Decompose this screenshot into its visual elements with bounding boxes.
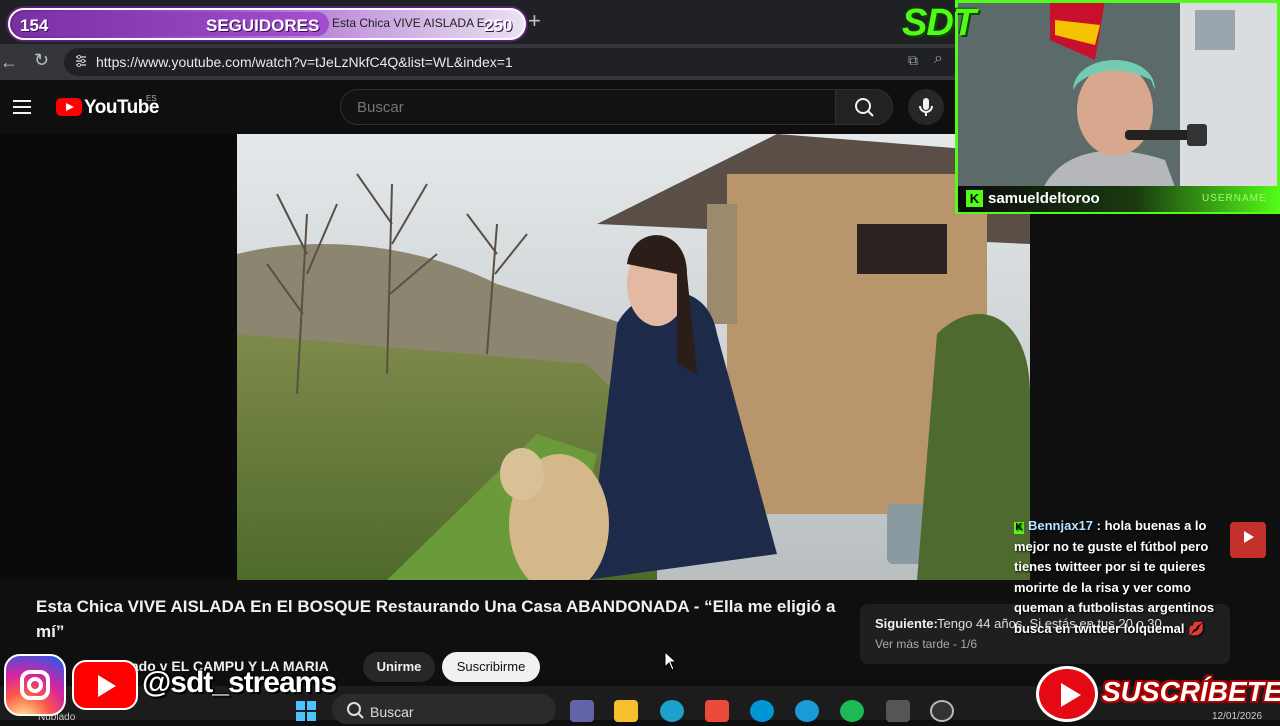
follower-count: 154 [20,16,49,35]
subscribe-button[interactable]: Suscribirme [442,652,540,682]
help-icon[interactable] [795,700,819,722]
search-icon [347,702,364,719]
address-bar[interactable]: https://www.youtube.com/watch?v=tJeLzNkf… [64,48,964,76]
chat-message: K Bennjax17 : hola buenas a lo mejor no t… [1014,516,1228,639]
app-icon[interactable] [886,700,910,722]
kick-logo-icon: K [966,190,983,207]
follower-label: SEGUIDORES [206,16,320,35]
follower-goal-bar: 154 SEGUIDORES Esta Chica VIVE AISLADA E… [8,8,526,40]
search-icon [855,98,874,117]
webcam-frame [955,0,1280,214]
kick-username-bar: K samueldeltoroo USERNAME [958,186,1280,212]
join-button[interactable]: Unirme [363,652,435,682]
teams-icon[interactable] [570,700,594,722]
video-title: Esta Chica VIVE AISLADA En El BOSQUE Res… [36,597,836,641]
hp-icon[interactable] [750,700,774,722]
chat-username: Bennjax17 [1028,518,1094,533]
reload-icon[interactable]: ↻ [34,50,49,71]
instagram-lens [27,677,43,693]
sdt-logo: SDT [902,2,976,44]
url-text: https://www.youtube.com/watch?v=tJeLzNkf… [96,54,513,70]
youtube-social-icon [72,660,138,710]
follower-tab-title: Esta Chica VIVE AISLADA En [332,16,492,30]
edge-icon[interactable] [660,700,684,722]
voice-search-button[interactable] [908,89,944,125]
youtube-subscribe-icon [1230,522,1266,558]
youtube-header: YouTube ES [0,80,960,134]
extensions-icon[interactable]: ⧉ [908,52,918,69]
spotify-icon[interactable] [840,700,864,722]
windows-start-icon[interactable] [296,701,316,721]
search-box [340,89,836,125]
search-button[interactable] [835,89,893,125]
back-arrow-icon[interactable]: ← [0,52,18,73]
chat-text: : hola buenas a lo mejor no te guste el … [1014,518,1215,636]
video-scene-image [237,134,1030,580]
file-explorer-icon[interactable] [614,700,638,722]
store-icon[interactable] [705,700,729,722]
subscribe-overlay-text: SUSCRÍBETE [1102,676,1280,707]
kick-badge-icon: K [1014,522,1024,534]
site-info-icon[interactable] [74,54,88,68]
instagram-icon [4,654,66,716]
playlist-info: Ver más tarde - 1/6 [875,637,978,651]
hamburger-menu-icon[interactable] [13,100,31,114]
chat-message-body: K Bennjax17 : hola buenas a lo mejor no t… [1014,516,1228,639]
mouse-cursor-icon [664,651,678,671]
new-tab-icon[interactable]: + [528,8,541,34]
kick-username-label: USERNAME [1202,193,1267,204]
follower-goal-target: 250 [484,16,513,35]
social-handle: @sdt_streams [142,666,337,699]
subscribe-overlay: SUSCRÍBETE [1036,666,1280,722]
country-code: ES [146,94,157,103]
search-input[interactable] [357,99,797,116]
zoom-icon[interactable]: ⌕ [934,50,943,68]
kick-username: samueldeltoroo [988,190,1100,207]
taskbar-search-label: Buscar [370,704,414,720]
next-label: Siguiente: [875,616,938,631]
microphone-icon [919,98,933,116]
obs-icon[interactable] [930,700,954,722]
video-player[interactable] [0,134,1030,580]
video-frame[interactable] [237,134,1030,580]
play-button-icon [1036,666,1098,722]
youtube-logo-icon[interactable] [56,98,82,116]
